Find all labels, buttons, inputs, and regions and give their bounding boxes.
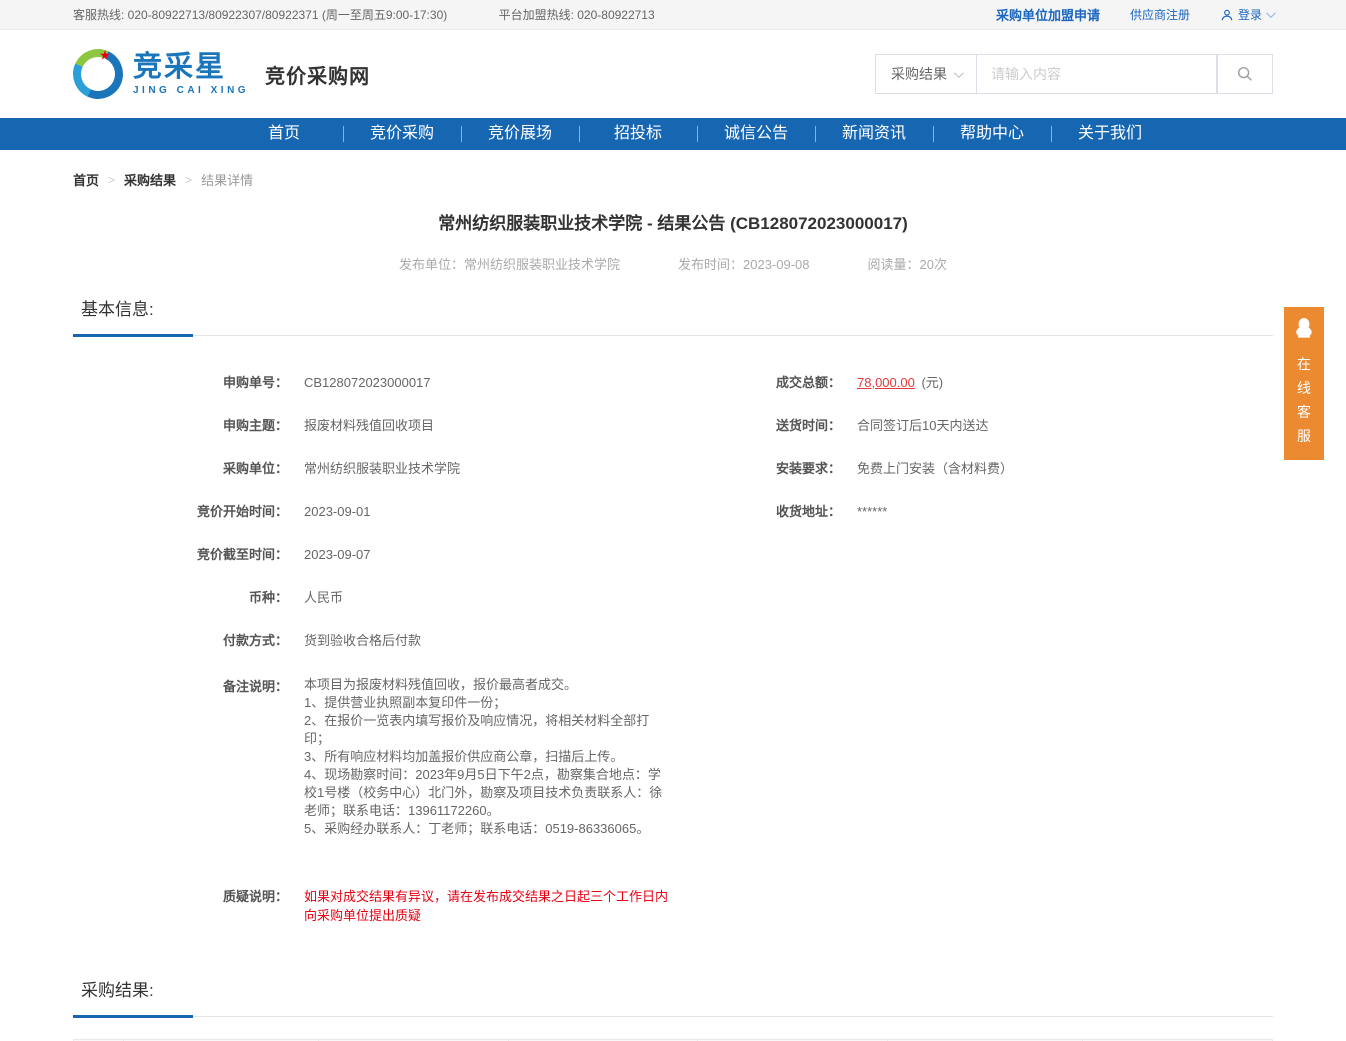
nav-item-about-us[interactable]: 关于我们 — [1051, 118, 1169, 150]
chevron-down-icon — [954, 68, 964, 78]
service-hotline: 客服热线: 020-80922713/80922307/80922371 (周一… — [73, 8, 447, 22]
platform-hotline: 平台加盟热线: 020-80922713 — [499, 8, 655, 22]
field-delivery-time: 送货时间： 合同签订后10天内送达 — [673, 418, 1273, 434]
customer-service-label: 在线客服 — [1297, 352, 1312, 448]
breadcrumb-separator: > — [108, 173, 115, 187]
remark-lines: 本项目为报废材料残值回收，报价最高者成交。 1、提供营业执照副本复印件一份； 2… — [304, 676, 673, 838]
nav-item-home[interactable]: 首页 — [225, 118, 343, 150]
topbar: 客服热线: 020-80922713/80922307/80922371 (周一… — [0, 0, 1346, 30]
login-link[interactable]: 登录 — [1220, 6, 1273, 23]
main-nav: 首页 竞价采购 竞价展场 招投标 诚信公告 新闻资讯 帮助中心 关于我们 — [0, 118, 1346, 150]
breadcrumb-results[interactable]: 采购结果 — [124, 170, 176, 189]
login-label: 登录 — [1238, 6, 1262, 23]
field-payment: 付款方式： 货到验收合格后付款 — [73, 633, 673, 649]
page-title: 常州纺织服装职业技术学院 - 结果公告 (CB128072023000017) — [73, 209, 1273, 234]
field-delivery-address: 收货地址： ****** — [673, 504, 1273, 520]
site-name: 竞价采购网 — [265, 60, 370, 89]
qq-penguin-icon — [1291, 316, 1317, 342]
breadcrumb-current: 结果详情 — [201, 170, 253, 189]
topbar-hotlines: 客服热线: 020-80922713/80922307/80922371 (周一… — [73, 6, 703, 23]
fields-right-column: 成交总额： 78,000.00 (元) 送货时间： 合同签订后10天内送达 安装… — [673, 348, 1273, 924]
site-header: ★ 竞采星 JING CAI XING 竞价采购网 采购结果 — [0, 30, 1346, 118]
field-end-time: 竞价截至时间： 2023-09-07 — [73, 547, 673, 563]
search-input[interactable] — [977, 54, 1217, 94]
field-order-no: 申购单号： CB128072023000017 — [73, 375, 673, 391]
result-heading: 采购结果: — [73, 976, 1273, 1017]
supplier-register-link[interactable]: 供应商注册 — [1130, 6, 1190, 23]
field-currency: 币种： 人民币 — [73, 590, 673, 606]
nav-item-bidding-purchase[interactable]: 竞价采购 — [343, 118, 461, 150]
publish-time: 发布时间：2023-09-08 — [678, 254, 810, 273]
fields-left-column: 申购单号： CB128072023000017 申购主题： 报废材料残值回收项目… — [73, 348, 673, 924]
deal-amount-link[interactable]: 78,000.00 — [857, 375, 915, 390]
field-install-req: 安装要求： 免费上门安装（含材料费） — [673, 461, 1273, 477]
search-category-select[interactable]: 采购结果 — [875, 54, 977, 94]
read-count: 阅读量：20次 — [868, 254, 947, 273]
field-remark: 备注说明： 本项目为报废材料残值回收，报价最高者成交。 1、提供营业执照副本复印… — [73, 676, 673, 838]
nav-item-tenders[interactable]: 招投标 — [579, 118, 697, 150]
basic-info-heading: 基本信息: — [73, 295, 1273, 336]
online-customer-service-button[interactable]: 在线客服 — [1284, 307, 1324, 460]
question-alert-text: 如果对成交结果有异议，请在发布成交结果之日起三个工作日内向采购单位提出质疑 — [304, 886, 673, 924]
article-meta: 发布单位：常州纺织服装职业技术学院 发布时间：2023-09-08 阅读量：20… — [73, 254, 1273, 273]
search-icon — [1236, 65, 1254, 83]
site-logo[interactable]: ★ 竞采星 JING CAI XING — [73, 49, 249, 99]
breadcrumb-home[interactable]: 首页 — [73, 170, 99, 189]
logo-swirl-icon: ★ — [66, 42, 130, 106]
field-purchaser: 采购单位： 常州纺织服装职业技术学院 — [73, 461, 673, 477]
purchaser-join-link[interactable]: 采购单位加盟申请 — [996, 5, 1100, 24]
field-subject: 申购主题： 报废材料残值回收项目 — [73, 418, 673, 434]
search-button[interactable] — [1217, 54, 1273, 94]
nav-item-bidding-hall[interactable]: 竞价展场 — [461, 118, 579, 150]
field-question: 质疑说明： 如果对成交结果有异议，请在发布成交结果之日起三个工作日内向采购单位提… — [73, 886, 673, 924]
nav-item-news[interactable]: 新闻资讯 — [815, 118, 933, 150]
basic-info-fields: 申购单号： CB128072023000017 申购主题： 报废材料残值回收项目… — [73, 348, 1273, 924]
user-icon — [1220, 8, 1234, 22]
logo-subtext: JING CAI XING — [133, 86, 249, 96]
field-start-time: 竞价开始时间： 2023-09-01 — [73, 504, 673, 520]
logo-text: 竞采星 — [133, 53, 249, 82]
nav-item-integrity-notice[interactable]: 诚信公告 — [697, 118, 815, 150]
chevron-down-icon — [1266, 8, 1276, 18]
nav-item-help-center[interactable]: 帮助中心 — [933, 118, 1051, 150]
search-category-value: 采购结果 — [891, 64, 947, 84]
publisher: 发布单位：常州纺织服装职业技术学院 — [399, 254, 620, 273]
field-total-amount: 成交总额： 78,000.00 (元) — [673, 375, 1273, 391]
logo-star-icon: ★ — [99, 47, 111, 63]
breadcrumb: 首页 > 采购结果 > 结果详情 — [73, 170, 1273, 189]
search-bar: 采购结果 — [875, 54, 1273, 94]
breadcrumb-separator: > — [185, 173, 192, 187]
